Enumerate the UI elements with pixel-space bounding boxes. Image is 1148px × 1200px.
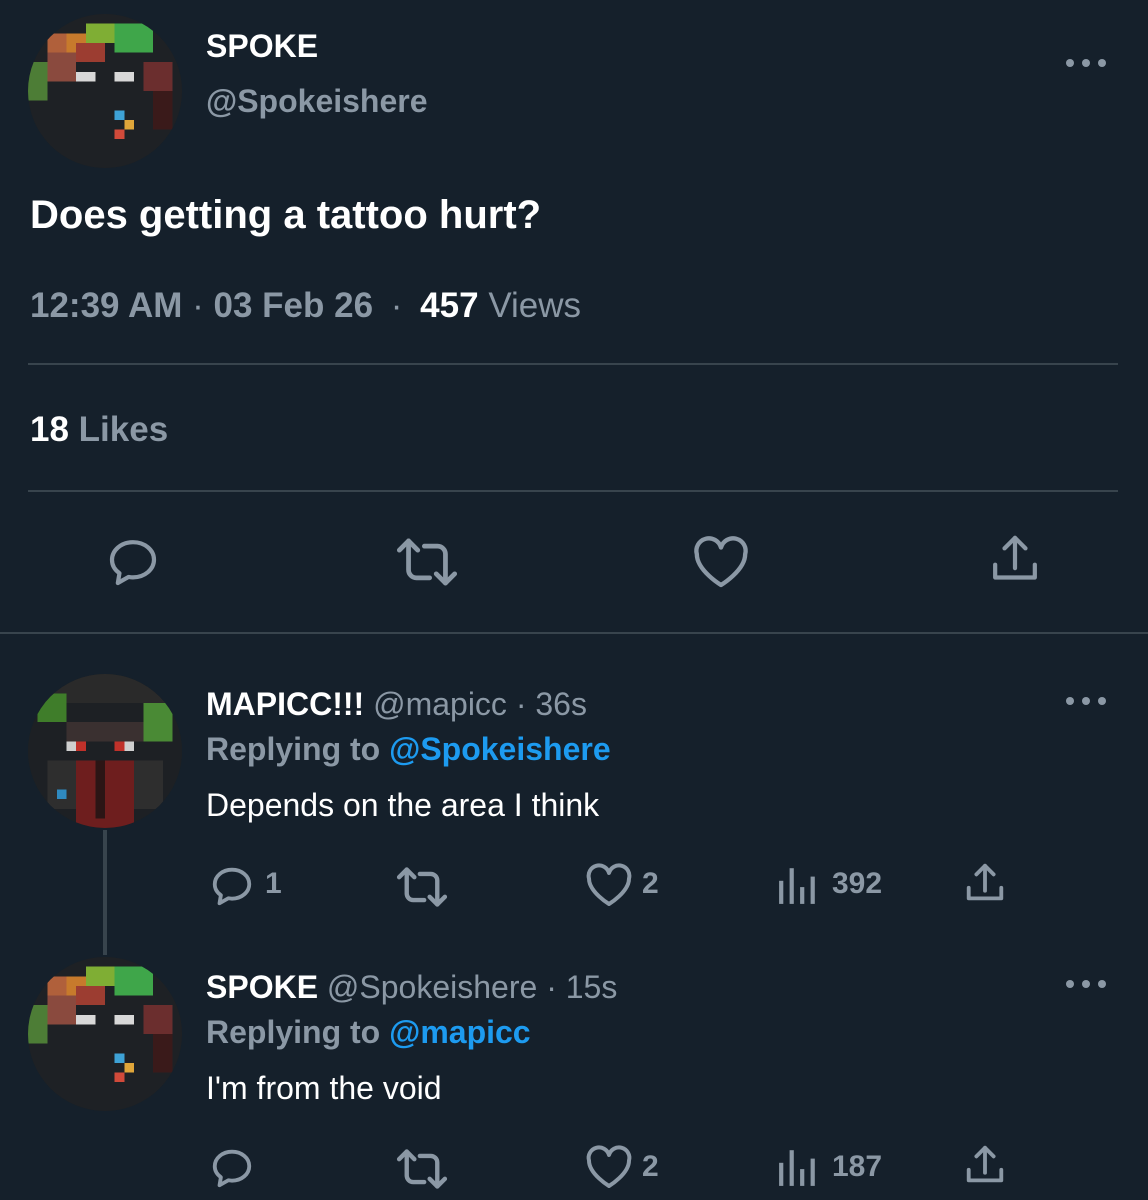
more-icon[interactable] bbox=[1066, 977, 1106, 991]
avatar[interactable] bbox=[28, 674, 182, 828]
likes-count: 18 bbox=[30, 410, 69, 449]
like-icon[interactable] bbox=[585, 862, 633, 908]
meta-separator: · bbox=[192, 286, 204, 325]
reply-header: MAPICC!!! @mapicc · 36s bbox=[206, 686, 587, 723]
views-count: 457 bbox=[420, 286, 479, 325]
replying-label: Replying to bbox=[206, 1014, 381, 1050]
more-icon[interactable] bbox=[1066, 694, 1106, 708]
timestamp[interactable]: 36s bbox=[535, 686, 587, 722]
divider bbox=[28, 363, 1118, 365]
likes-stat[interactable]: 18 Likes bbox=[30, 410, 168, 450]
view-count: 187 bbox=[832, 1150, 883, 1183]
share-icon[interactable] bbox=[962, 1143, 1008, 1189]
avatar[interactable] bbox=[28, 14, 182, 168]
tweet-text: Does getting a tattoo hurt? bbox=[30, 193, 542, 237]
more-icon[interactable] bbox=[1066, 56, 1106, 70]
tweet-meta: 12:39 AM · 03 Feb 26 · 457 Views bbox=[30, 286, 581, 326]
reply-icon[interactable] bbox=[105, 534, 161, 590]
thread-line bbox=[103, 830, 107, 955]
meta-separator: · bbox=[546, 969, 557, 1005]
reply-icon[interactable] bbox=[209, 1145, 255, 1191]
replying-to-link[interactable]: @mapicc bbox=[389, 1014, 530, 1050]
like-count: 2 bbox=[642, 867, 659, 900]
avatar[interactable] bbox=[28, 957, 182, 1111]
like-icon[interactable] bbox=[692, 534, 750, 590]
share-icon[interactable] bbox=[987, 532, 1043, 588]
replying-to: Replying to @mapicc bbox=[206, 1014, 531, 1051]
tweet-time[interactable]: 12:39 AM bbox=[30, 286, 182, 325]
display-name[interactable]: SPOKE bbox=[206, 28, 318, 65]
handle[interactable]: @Spokeishere bbox=[206, 83, 428, 120]
reply-text: I'm from the void bbox=[206, 1070, 442, 1106]
timestamp[interactable]: 15s bbox=[566, 969, 618, 1005]
replying-to: Replying to @Spokeishere bbox=[206, 731, 611, 768]
tweet-date[interactable]: 03 Feb 26 bbox=[214, 286, 374, 325]
view-count: 392 bbox=[832, 867, 883, 900]
display-name[interactable]: SPOKE bbox=[206, 969, 318, 1005]
reply-header: SPOKE @Spokeishere · 15s bbox=[206, 969, 617, 1006]
replying-label: Replying to bbox=[206, 731, 381, 767]
divider bbox=[0, 632, 1148, 634]
replying-to-link[interactable]: @Spokeishere bbox=[389, 731, 611, 767]
share-icon[interactable] bbox=[962, 861, 1008, 907]
views-label: Views bbox=[488, 286, 582, 325]
divider bbox=[28, 490, 1118, 492]
handle[interactable]: @Spokeishere bbox=[327, 969, 537, 1005]
meta-separator: · bbox=[390, 286, 403, 325]
handle[interactable]: @mapicc bbox=[373, 686, 507, 722]
retweet-icon[interactable] bbox=[395, 533, 459, 591]
retweet-icon[interactable] bbox=[395, 863, 449, 911]
display-name[interactable]: MAPICC!!! bbox=[206, 686, 364, 722]
like-icon[interactable] bbox=[585, 1144, 633, 1190]
meta-separator: · bbox=[515, 686, 527, 722]
reply-text: Depends on the area I think bbox=[206, 787, 600, 823]
retweet-icon[interactable] bbox=[395, 1145, 449, 1193]
reply-icon[interactable] bbox=[209, 863, 255, 909]
likes-label: Likes bbox=[78, 410, 169, 449]
like-count: 2 bbox=[642, 1150, 659, 1183]
views-icon[interactable] bbox=[777, 864, 819, 906]
views-icon[interactable] bbox=[777, 1146, 819, 1188]
reply-count: 1 bbox=[265, 867, 282, 900]
